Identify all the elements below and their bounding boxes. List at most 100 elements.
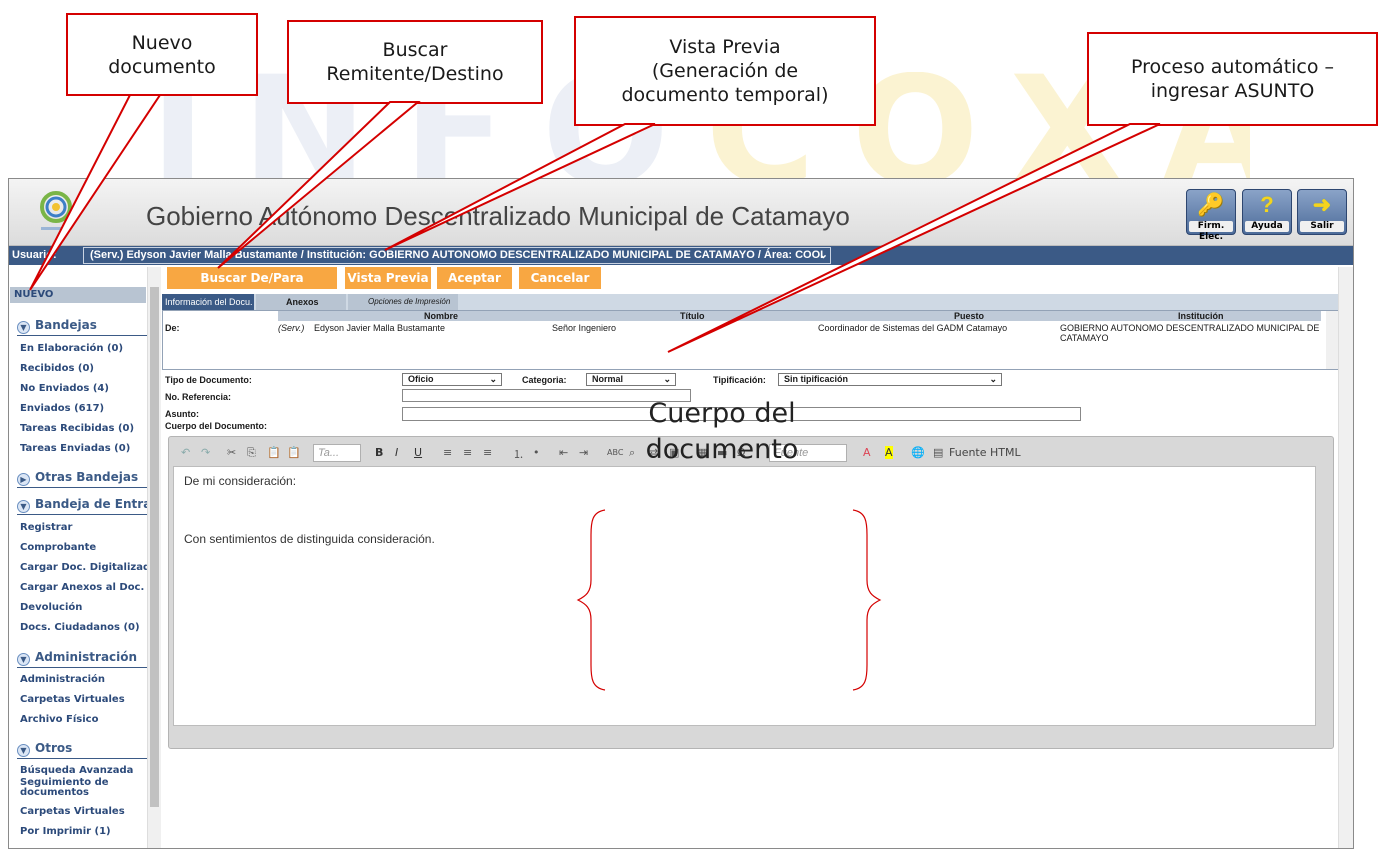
- sidebar-item-cargar-doc-digitalizado[interactable]: Cargar Doc. Digitalizado: [20, 562, 157, 574]
- sidebar-section-bandeja-entrada[interactable]: ▼ Bandeja de Entrada: [17, 497, 161, 515]
- row-prefix: (Serv.): [278, 323, 305, 333]
- editor-line-1: De mi consideración:: [184, 474, 297, 488]
- fuente-html-button[interactable]: Fuente HTML: [949, 446, 1021, 459]
- chevron-down-icon: ⌄: [989, 374, 997, 384]
- sidebar-item-archivo-fisico[interactable]: Archivo Físico: [20, 714, 146, 726]
- app-header: Gobierno Autónomo Descentralizado Munici…: [9, 179, 1353, 246]
- chevron-right-icon: ▶: [17, 473, 30, 486]
- tab-informacion[interactable]: Información del Docu.: [162, 294, 254, 310]
- ayuda-label: Ayuda: [1245, 221, 1289, 232]
- exit-icon: ➜: [1312, 192, 1332, 217]
- asunto-label: Asunto:: [165, 409, 199, 419]
- sidebar-section-administracion[interactable]: ▼ Administración: [17, 650, 147, 668]
- callout-buscar-remitente: Buscar Remitente/Destino: [287, 20, 543, 104]
- tab-bar: Información del Docu. Anexos Opciones de…: [162, 294, 1339, 310]
- bullet-list-icon[interactable]: •: [533, 446, 540, 459]
- buscar-de-para-button[interactable]: Buscar De/Para: [167, 267, 337, 289]
- sidebar-item-busqueda-avanzada[interactable]: Búsqueda Avanzada: [20, 765, 146, 777]
- source-html-icon[interactable]: ▤: [933, 446, 943, 459]
- main-scrollbar[interactable]: [1338, 267, 1353, 848]
- sidebar-nuevo[interactable]: NUEVO: [10, 287, 146, 303]
- indent-icon[interactable]: ⇥: [579, 446, 588, 459]
- bg-color-icon[interactable]: A: [885, 446, 893, 459]
- cancelar-button[interactable]: Cancelar: [519, 267, 601, 289]
- sidebar-item-tareas-enviadas[interactable]: Tareas Enviadas (0): [20, 443, 146, 455]
- sidebar-item-docs-ciudadanos[interactable]: Docs. Ciudadanos (0): [20, 622, 146, 634]
- tipificacion-label: Tipificación:: [713, 375, 766, 385]
- sidebar-item-comprobante[interactable]: Comprobante: [20, 542, 146, 554]
- categoria-select[interactable]: Normal ⌄: [586, 373, 676, 386]
- sidebar-item-administracion[interactable]: Administración: [20, 674, 146, 686]
- help-icon: ?: [1260, 192, 1274, 217]
- row-label: De:: [165, 323, 180, 333]
- callout-vista-previa: Vista Previa (Generación de documento te…: [574, 16, 876, 126]
- tab-anexos[interactable]: Anexos: [256, 294, 346, 310]
- user-select-value: (Serv.) Edyson Javier Malla Bustamante /…: [90, 249, 824, 261]
- outdent-icon[interactable]: ⇤: [559, 446, 568, 459]
- tipificacion-select[interactable]: Sin tipificación ⌄: [778, 373, 1002, 386]
- col-institucion: Institución: [1178, 311, 1224, 321]
- aceptar-button[interactable]: Aceptar: [437, 267, 512, 289]
- firma-label: Firm. Elec.: [1189, 221, 1233, 242]
- col-titulo: Título: [680, 311, 705, 321]
- chevron-down-icon: ▼: [17, 744, 30, 757]
- paste-word-icon[interactable]: 📋: [287, 446, 301, 459]
- vista-previa-button[interactable]: Vista Previa: [345, 267, 431, 289]
- categoria-label: Categoria:: [522, 375, 567, 385]
- paste-icon[interactable]: 📋: [267, 446, 281, 459]
- sidebar-section-otros[interactable]: ▼ Otros: [17, 741, 147, 759]
- sidebar-item-seguimiento[interactable]: Seguimiento de documentos: [20, 778, 140, 798]
- sidebar-item-tareas-recibidas[interactable]: Tareas Recibidas (0): [20, 423, 146, 435]
- align-right-icon[interactable]: ≡: [483, 446, 492, 459]
- app-title: Gobierno Autónomo Descentralizado Munici…: [146, 201, 850, 231]
- app-window: Gobierno Autónomo Descentralizado Munici…: [8, 178, 1354, 849]
- col-nombre: Nombre: [424, 311, 459, 321]
- globe-icon[interactable]: 🌐: [911, 446, 925, 459]
- sidebar-item-cargar-anexos[interactable]: Cargar Anexos al Doc.: [20, 582, 146, 594]
- underline-icon[interactable]: U: [414, 446, 422, 459]
- chevron-down-icon: ⌄: [663, 374, 671, 384]
- styles-select[interactable]: Ta...: [313, 444, 361, 462]
- ayuda-button[interactable]: ? Ayuda: [1242, 189, 1292, 235]
- sidebar-item-carpetas-virtuales-2[interactable]: Carpetas Virtuales: [20, 806, 146, 818]
- sidebar-item-carpetas-virtuales[interactable]: Carpetas Virtuales: [20, 694, 146, 706]
- sidebar-section-bandejas[interactable]: ▼ Bandejas: [17, 318, 147, 336]
- editor-content[interactable]: De mi consideración: Con sentimientos de…: [173, 466, 1316, 726]
- tipo-documento-select[interactable]: Oficio ⌄: [402, 373, 502, 386]
- row-nombre: Edyson Javier Malla Bustamante: [314, 323, 446, 333]
- salir-button[interactable]: ➜ Salir: [1297, 189, 1347, 235]
- undo-icon[interactable]: ↶: [181, 446, 190, 459]
- chevron-down-icon: ⌄: [489, 374, 497, 384]
- tab-opciones-impresion[interactable]: Opciones de Impresión: [348, 294, 458, 310]
- sidebar-item-enviados[interactable]: Enviados (617): [20, 403, 146, 415]
- align-left-icon[interactable]: ≡: [443, 446, 452, 459]
- referencia-label: No. Referencia:: [165, 392, 232, 402]
- firma-electronica-button[interactable]: 🔑 Firm. Elec.: [1186, 189, 1236, 242]
- salir-label: Salir: [1300, 221, 1344, 232]
- editor-line-2: Con sentimientos de distinguida consider…: [184, 532, 435, 546]
- sidebar-item-registrar[interactable]: Registrar: [20, 522, 146, 534]
- user-select[interactable]: (Serv.) Edyson Javier Malla Bustamante /…: [83, 247, 831, 264]
- cut-icon[interactable]: ✂: [227, 446, 236, 459]
- redo-icon[interactable]: ↷: [201, 446, 210, 459]
- copy-icon[interactable]: ⎘: [247, 446, 256, 460]
- action-toolbar: Buscar De/Para Vista Previa Aceptar Canc…: [167, 267, 1341, 289]
- sidebar-section-otras-bandejas[interactable]: ▶ Otras Bandejas: [17, 470, 147, 488]
- sidebar-item-recibidos[interactable]: Recibidos (0): [20, 363, 146, 375]
- sidebar-item-por-imprimir[interactable]: Por Imprimir (1): [20, 826, 146, 838]
- text-color-icon[interactable]: A: [863, 446, 871, 459]
- align-center-icon[interactable]: ≡: [463, 446, 472, 459]
- sidebar-scrollbar-thumb[interactable]: [150, 287, 159, 807]
- chevron-down-icon: ⌄: [818, 249, 828, 261]
- numbered-list-icon[interactable]: ⒈: [513, 446, 524, 462]
- callout-cuerpo-documento: Cuerpo del documento: [645, 398, 799, 465]
- sidebar-item-devolucion[interactable]: Devolución: [20, 602, 146, 614]
- sidebar-item-en-elaboracion[interactable]: En Elaboración (0): [20, 343, 146, 355]
- bold-icon[interactable]: B: [375, 446, 383, 459]
- table-row[interactable]: De: (Serv.) Edyson Javier Malla Bustaman…: [163, 323, 1321, 363]
- italic-icon[interactable]: I: [395, 446, 398, 459]
- callout-nuevo-documento: Nuevo documento: [66, 13, 258, 96]
- grid-scrollbar[interactable]: [1326, 311, 1338, 369]
- chevron-down-icon: ▼: [17, 653, 30, 666]
- sidebar-item-no-enviados[interactable]: No Enviados (4): [20, 383, 146, 395]
